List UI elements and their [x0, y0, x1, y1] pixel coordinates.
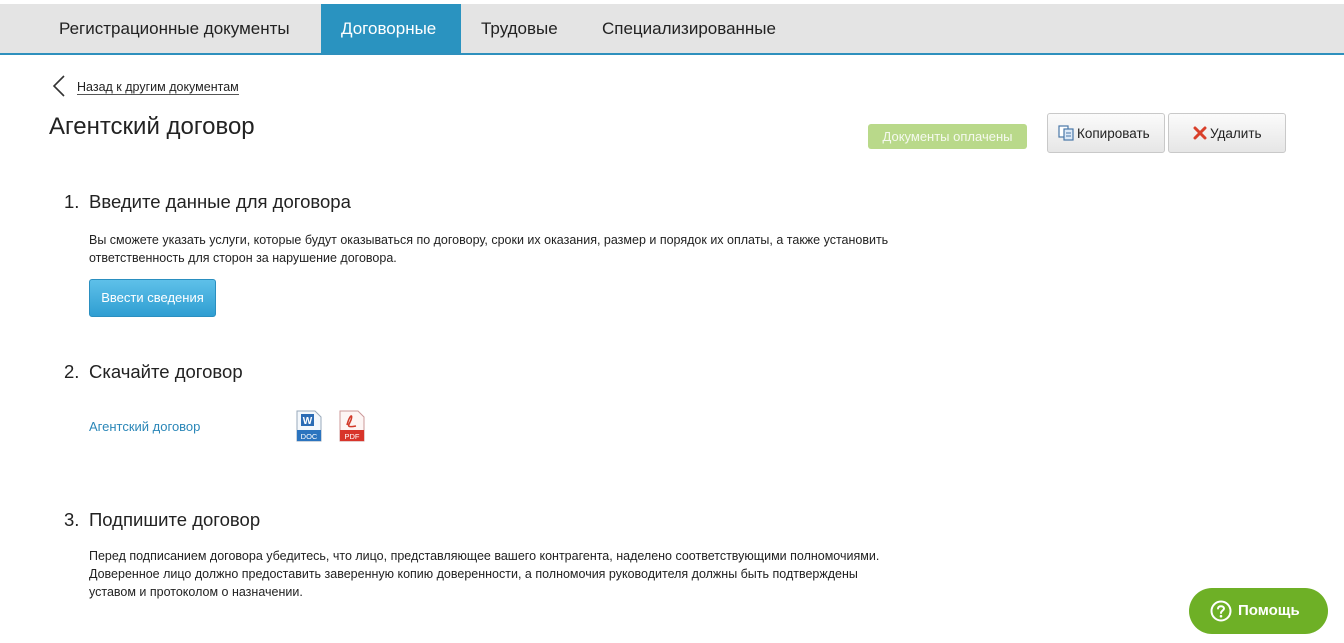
- step-2-heading: 2. Скачайте договор: [64, 361, 243, 383]
- step-3-heading: 3. Подпишите договор: [64, 509, 260, 531]
- copy-button-label: Копировать: [1077, 126, 1150, 141]
- step-3-title: Подпишите договор: [89, 509, 261, 530]
- step-3-number: 3.: [64, 509, 80, 530]
- delete-button[interactable]: Удалить: [1168, 113, 1286, 153]
- tab-registration-documents[interactable]: Регистрационные документы: [39, 4, 310, 53]
- help-button-label: Помощь: [1238, 602, 1300, 619]
- download-doc-button[interactable]: W DOC: [296, 410, 322, 447]
- step-3-description: Перед подписанием договора убедитесь, чт…: [89, 549, 880, 599]
- tab-contract-documents[interactable]: Договорные: [321, 4, 461, 53]
- pdf-icon-label: PDF: [345, 432, 360, 441]
- step-1-description: Вы сможете указать услуги, которые будут…: [89, 233, 889, 265]
- page-title: Агентский договор: [49, 113, 255, 140]
- top-tab-bar: Регистрационные документы Договорные Тру…: [0, 4, 1344, 55]
- agent-contract-link[interactable]: Агентский договор: [89, 419, 200, 434]
- help-question-icon: [1210, 600, 1232, 622]
- enter-details-button[interactable]: Ввести сведения: [89, 279, 216, 317]
- tab-specialized-documents[interactable]: Специализированные: [582, 4, 796, 53]
- status-badge: Документы оплачены: [868, 124, 1027, 149]
- chevron-left-icon: [52, 75, 65, 97]
- copy-icon: [1058, 125, 1074, 141]
- step-1-title: Введите данные для договора: [89, 191, 351, 212]
- delete-button-label: Удалить: [1210, 126, 1262, 141]
- tab-labor-documents[interactable]: Трудовые: [461, 4, 578, 53]
- svg-text:W: W: [303, 416, 313, 427]
- step-2-title: Скачайте договор: [89, 361, 243, 382]
- pdf-icon: PDF: [339, 410, 365, 442]
- copy-button[interactable]: Копировать: [1047, 113, 1165, 153]
- download-pdf-button[interactable]: PDF: [339, 410, 365, 447]
- step-1-heading: 1. Введите данные для договора: [64, 191, 351, 213]
- delete-x-icon: [1193, 126, 1207, 140]
- doc-icon-label: DOC: [301, 432, 318, 441]
- word-doc-icon: W DOC: [296, 410, 322, 442]
- step-1-number: 1.: [64, 191, 80, 212]
- back-link-label: Назад к другим документам: [77, 80, 239, 95]
- step-2-number: 2.: [64, 361, 80, 382]
- help-button[interactable]: Помощь: [1189, 588, 1328, 634]
